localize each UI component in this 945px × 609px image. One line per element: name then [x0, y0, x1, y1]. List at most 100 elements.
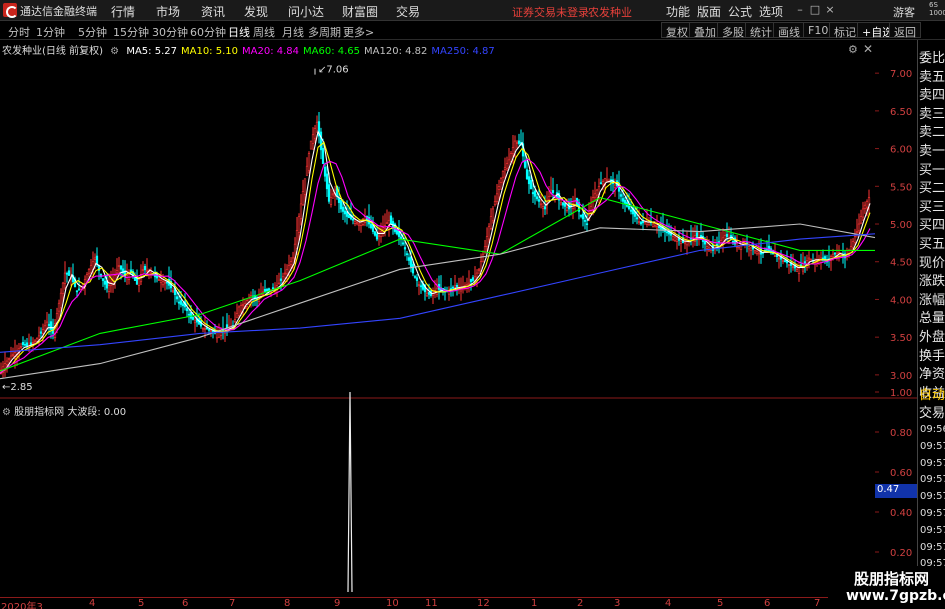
menu-function[interactable]: 功能 [666, 3, 690, 20]
quote-field-label: 现价 [919, 255, 945, 271]
close-icon[interactable]: × [823, 3, 837, 17]
candle-body [235, 312, 239, 319]
candle-body [59, 292, 63, 308]
candle-body [469, 278, 473, 283]
period-more[interactable]: 更多> [343, 24, 374, 40]
period-30min[interactable]: 30分钟 [152, 24, 188, 40]
candle-body [307, 153, 311, 171]
menu-item-market[interactable]: 市场 [156, 3, 180, 20]
candle-body [267, 288, 271, 291]
period-intraday[interactable]: 分时 [8, 24, 30, 40]
guest-label[interactable]: 游客 [893, 4, 915, 20]
period-monthly[interactable]: 月线 [282, 24, 304, 40]
candle-body [539, 203, 543, 206]
sub-tick-label: 0.40 [890, 508, 912, 519]
candle-body [863, 204, 867, 209]
menu-layout[interactable]: 版面 [697, 3, 721, 20]
tool-draw-line[interactable]: 画线 [773, 22, 805, 39]
candle-body [705, 246, 709, 249]
quote-field-label: 买四 [919, 218, 945, 234]
menu-item-discover[interactable]: 发现 [244, 3, 268, 20]
ma-legend-item: MA250: 4.87 [431, 46, 495, 57]
tool-back[interactable]: 返回 [889, 22, 921, 39]
menu-item-quotes[interactable]: 行情 [111, 3, 135, 20]
period-daily[interactable]: 日线 [228, 24, 250, 40]
login-notice[interactable]: 证券交易未登录 [512, 4, 589, 20]
maximize-icon[interactable]: □ [808, 3, 822, 17]
price-tick-label: 7.00 [890, 69, 912, 80]
candle-body [427, 292, 431, 295]
candle-body [515, 142, 519, 144]
candle-body [351, 218, 355, 221]
period-60min[interactable]: 60分钟 [190, 24, 226, 40]
candle-body [321, 148, 325, 164]
candle-body [783, 260, 787, 263]
candle-body [451, 286, 455, 289]
date-tick: 4 [665, 598, 672, 609]
price-tick-label: 6.50 [890, 107, 912, 118]
period-multi[interactable]: 多周期 [308, 24, 341, 40]
date-tick: 6 [182, 598, 189, 609]
menu-options[interactable]: 选项 [759, 3, 783, 20]
menu-item-ask[interactable]: 问小达 [288, 3, 324, 20]
candle-body [637, 221, 641, 223]
candle-body [407, 257, 411, 261]
date-tick: 9 [334, 598, 341, 609]
candle-body [203, 328, 207, 330]
menu-formula[interactable]: 公式 [728, 3, 752, 20]
quote-field-label: 总量 [919, 311, 945, 327]
candle-body [749, 247, 753, 251]
date-axis: 2020年3 4 5 6 7 8 9 10 11 12 1 2 3 4 5 6 7 [0, 597, 875, 609]
minimize-icon[interactable]: – [793, 3, 807, 17]
indicator-legend: ⚙ 股朋指标网 大波段: 0.00 [2, 403, 126, 418]
site-watermark: 股朋指标网 www.7gpzb.com [828, 566, 945, 609]
kline-chart[interactable]: ↙7.06 ←2.85 7.00 6.50 6.00 5.50 5.00 4.50 4.00 3… [0, 40, 917, 597]
menu-item-wealth-circle[interactable]: 财富圈 [342, 3, 378, 20]
ma-legend-item: MA120: 4.82 [364, 46, 428, 57]
period-weekly[interactable]: 周线 [253, 24, 275, 40]
menu-item-news[interactable]: 资讯 [201, 3, 225, 20]
candle-body [233, 319, 237, 323]
sub-tick-label: 0.60 [890, 468, 912, 479]
candle-body [181, 303, 185, 307]
candle-body [543, 206, 547, 210]
candle-body [781, 260, 785, 262]
indicator-value-tag: 0.47 [875, 484, 917, 498]
candle-body [379, 231, 383, 237]
candle-body [501, 170, 505, 178]
price-axis: 7.00 6.50 6.00 5.50 5.00 4.50 4.00 3.50 3.00 [875, 69, 912, 382]
candle-body [497, 186, 501, 190]
candle-body [455, 284, 459, 287]
stock-title[interactable]: 农发种业(日线 前复权) [2, 46, 103, 57]
candle-body [777, 257, 781, 260]
candle-body [337, 197, 341, 203]
candle-body [563, 203, 567, 207]
ma-legend-item: MA5: 5.27 [126, 46, 177, 57]
legend-close-icon[interactable]: ✕ [863, 42, 873, 56]
candle-body [303, 178, 307, 195]
candle-body [653, 224, 657, 228]
candle-body [385, 222, 389, 225]
auto-trade-toggle[interactable]: 自动 [919, 384, 945, 403]
settings-gear-icon[interactable]: ⚙ [110, 46, 119, 57]
candle-body [531, 192, 535, 195]
candle-body [279, 278, 283, 281]
period-15min[interactable]: 15分钟 [113, 24, 149, 40]
candle-body [309, 140, 313, 150]
candle-body [449, 288, 453, 290]
candle-body [589, 206, 593, 214]
period-1min[interactable]: 1分钟 [36, 24, 65, 40]
candle-body [7, 358, 11, 360]
legend-gear-icon[interactable]: ⚙ [848, 43, 858, 56]
quote-field-label: 买五 [919, 237, 945, 252]
candle-body [411, 264, 415, 274]
indicator-gear-icon[interactable]: ⚙ [2, 407, 11, 418]
trade-label[interactable]: 交易 [919, 402, 945, 421]
menu-item-trade[interactable]: 交易 [396, 3, 420, 20]
quote-field-label: 委比 [919, 51, 945, 66]
candle-body [299, 203, 303, 220]
candle-body [581, 213, 585, 220]
candle-body [189, 312, 193, 319]
candle-body [343, 210, 347, 215]
period-5min[interactable]: 5分钟 [78, 24, 107, 40]
